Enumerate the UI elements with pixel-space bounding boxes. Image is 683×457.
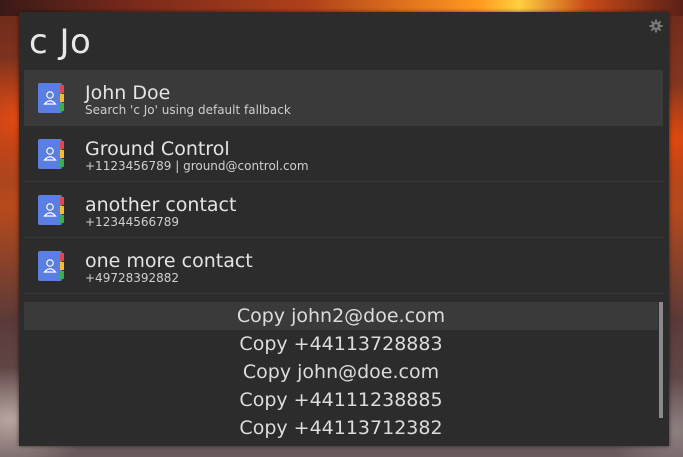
- result-title: another contact: [85, 194, 237, 216]
- result-title: Ground Control: [85, 138, 230, 160]
- action-copy-phone-3[interactable]: Copy +44113712382: [24, 414, 658, 442]
- result-subtitle: +49728392882: [85, 271, 180, 285]
- launcher-window: c Jo John Doe Search 'c Jo' using defaul…: [19, 12, 669, 446]
- result-item-one-more-contact[interactable]: one more contact +49728392882: [24, 238, 663, 294]
- contacts-book-icon: [38, 83, 64, 113]
- result-subtitle: +12344566789: [85, 215, 180, 229]
- action-copy-email-john[interactable]: Copy john@doe.com: [24, 358, 658, 386]
- action-copy-phone-2[interactable]: Copy +44111238885: [24, 386, 658, 414]
- result-item-ground-control[interactable]: Ground Control +1123456789 | ground@cont…: [24, 126, 663, 182]
- result-item-another-contact[interactable]: another contact +12344566789: [24, 182, 663, 238]
- result-title: one more contact: [85, 250, 253, 272]
- action-list-scrollbar[interactable]: [659, 302, 663, 418]
- gear-icon[interactable]: [649, 18, 663, 33]
- contacts-book-icon: [38, 251, 64, 281]
- result-subtitle: Search 'c Jo' using default fallback: [85, 103, 291, 117]
- action-copy-phone-1[interactable]: Copy +44113728883: [24, 330, 658, 358]
- action-list: Copy john2@doe.com Copy +44113728883 Cop…: [24, 302, 663, 442]
- search-input[interactable]: c Jo: [29, 22, 91, 62]
- contacts-book-icon: [38, 195, 64, 225]
- result-subtitle: +1123456789 | ground@control.com: [85, 159, 309, 173]
- contacts-book-icon: [38, 139, 64, 169]
- action-copy-email-john2[interactable]: Copy john2@doe.com: [24, 302, 658, 330]
- results-list: John Doe Search 'c Jo' using default fal…: [24, 70, 663, 294]
- result-title: John Doe: [85, 82, 171, 104]
- result-item-john-doe[interactable]: John Doe Search 'c Jo' using default fal…: [24, 70, 663, 126]
